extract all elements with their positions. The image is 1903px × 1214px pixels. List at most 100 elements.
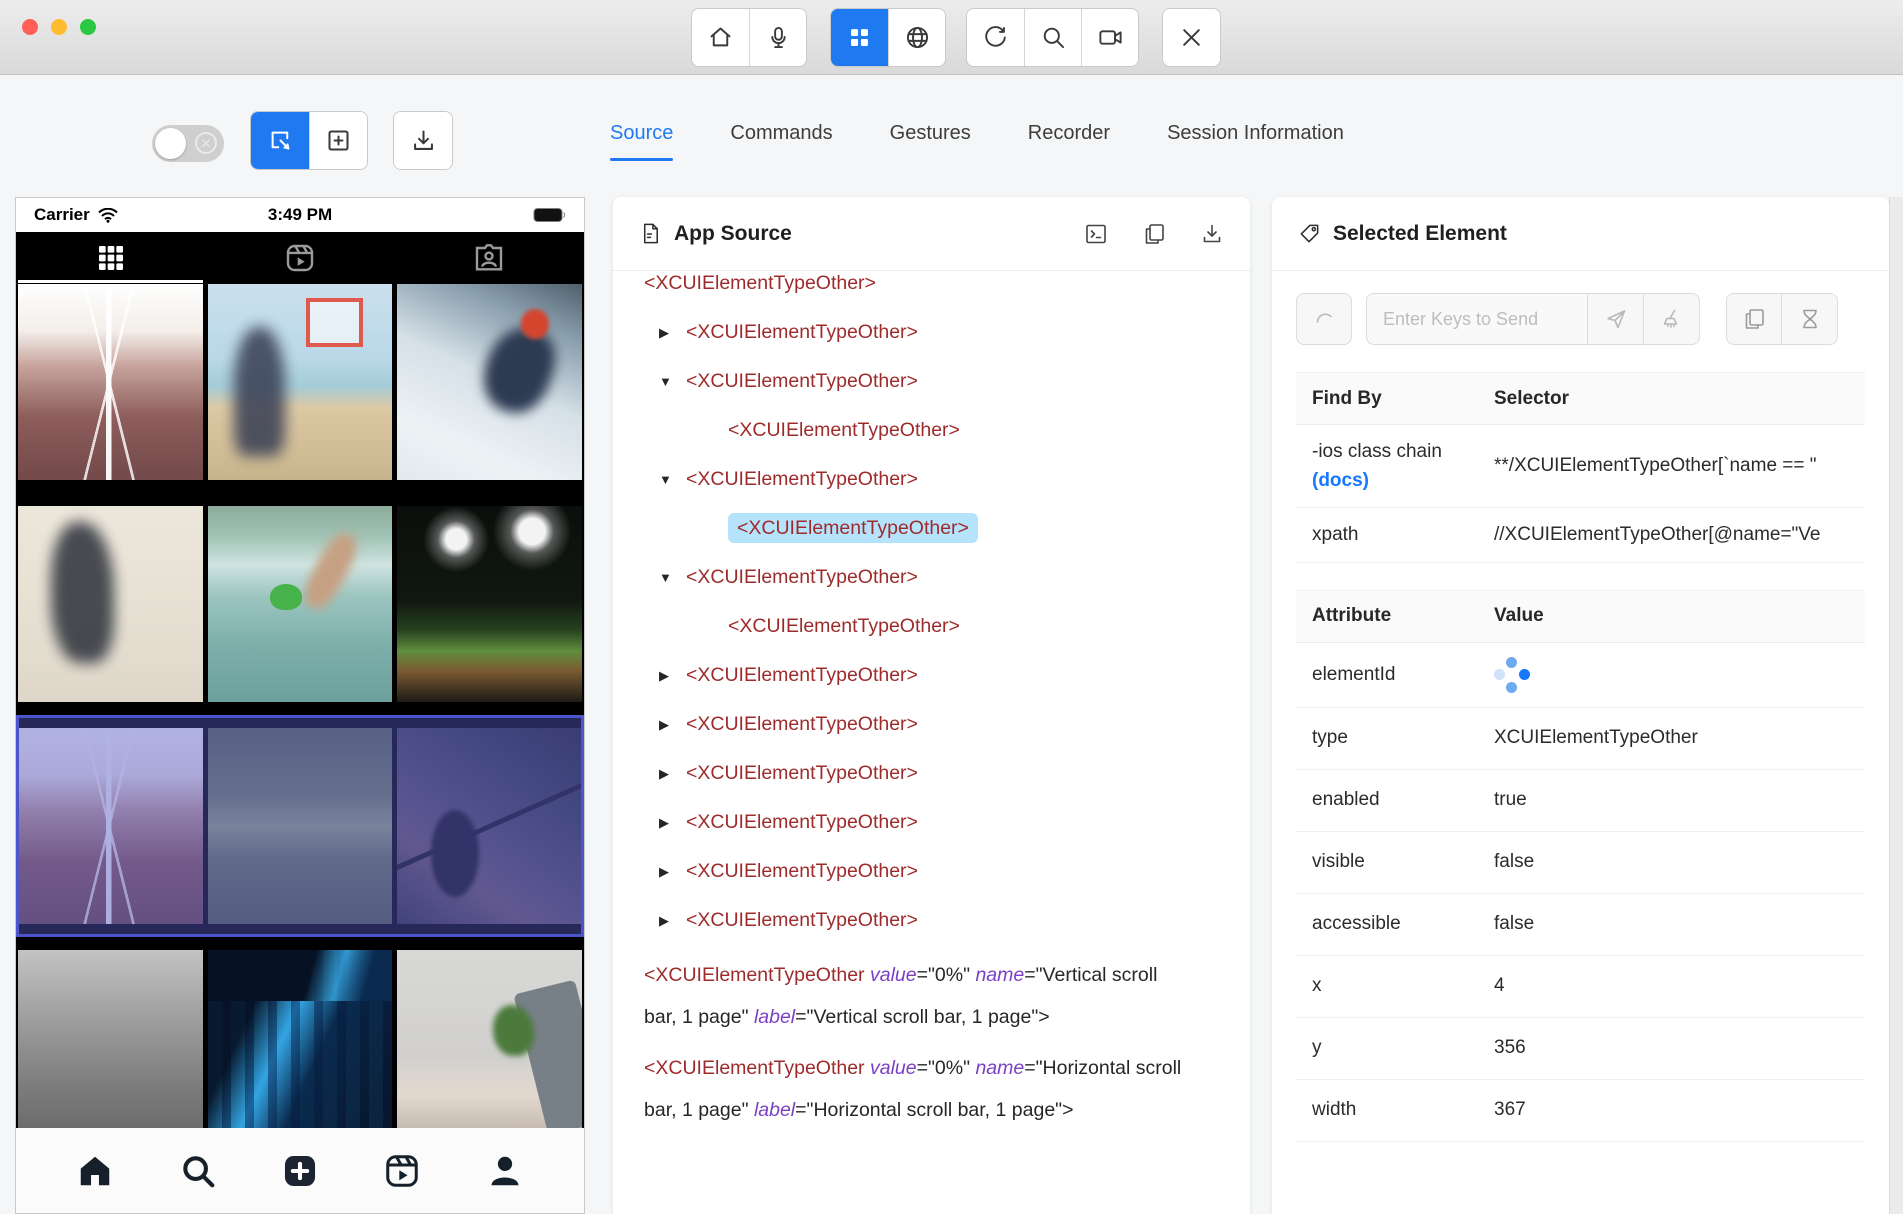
tree-node[interactable]: ▼<XCUIElementTypeOther> (644, 357, 1234, 406)
tree-node[interactable]: ▶<XCUIElementTypeOther> (644, 798, 1234, 847)
browser-button[interactable] (888, 9, 945, 66)
search-button[interactable] (1024, 9, 1081, 66)
photo-stadium[interactable] (397, 506, 582, 702)
close-window-button[interactable] (22, 19, 38, 35)
caret-right-icon[interactable]: ▶ (659, 896, 686, 945)
home-button[interactable] (692, 9, 749, 66)
nav-home[interactable] (76, 1152, 114, 1190)
attribute-value-cell: 367 (1478, 1099, 1865, 1121)
download-icon[interactable] (1200, 222, 1224, 246)
xml-segment: <XCUIElementTypeOther (644, 1057, 870, 1079)
tree-node[interactable]: ▶<XCUIElementTypeOther> (644, 896, 1234, 945)
photo-deadlift[interactable] (397, 728, 582, 924)
wait-for-element-button[interactable] (1782, 293, 1838, 345)
tab-commands[interactable]: Commands (730, 122, 832, 161)
photo-neon[interactable] (208, 950, 393, 1128)
tree-node[interactable]: ▼<XCUIElementTypeOther> (644, 602, 1234, 651)
tree-node[interactable]: ▼<XCUIElementTypeOther> (644, 553, 1234, 602)
attribute-row: x4 (1296, 956, 1865, 1018)
tree-node[interactable]: ▶<XCUIElementTypeOther> (644, 651, 1234, 700)
tree-node[interactable]: ▼<XCUIElementTypeOther> (644, 406, 1234, 455)
tree-node-expanded[interactable]: <XCUIElementTypeOther value="0%" name="V… (644, 954, 1189, 1038)
copy-icon[interactable] (1142, 222, 1166, 246)
attribute-row: width367 (1296, 1080, 1865, 1142)
find-by-header-cell: Find By (1296, 388, 1478, 410)
screenshot-interaction-toggle[interactable]: ✕ (152, 125, 224, 162)
tree-node[interactable]: ▶<XCUIElementTypeOther> (644, 700, 1234, 749)
caret-right-icon[interactable]: ▶ (659, 847, 686, 896)
photo-skier[interactable] (397, 284, 582, 480)
tree-node[interactable]: ▶<XCUIElementTypeOther> (644, 308, 1234, 357)
clear-button[interactable] (1644, 293, 1700, 345)
attribute-row: y356 (1296, 1018, 1865, 1080)
find-by-row[interactable]: xpath//XCUIElementTypeOther[@name="Ve (1296, 508, 1865, 563)
photo-track-tinted[interactable] (18, 728, 203, 924)
attribute-row: enabledtrue (1296, 770, 1865, 832)
nav-search[interactable] (179, 1152, 217, 1190)
send-keys-input[interactable] (1366, 293, 1588, 345)
tab-gestures[interactable]: Gestures (890, 122, 971, 161)
caret-right-icon[interactable]: ▶ (659, 700, 686, 749)
photo-basketball-court[interactable] (208, 284, 393, 480)
nav-create[interactable] (281, 1152, 319, 1190)
search-icon (179, 1152, 217, 1190)
quit-session-button[interactable] (1163, 9, 1220, 66)
tab-reels[interactable] (205, 232, 394, 283)
nav-profile[interactable] (486, 1152, 524, 1190)
app-source-header: App Source (613, 197, 1250, 271)
tab-source[interactable]: Source (610, 122, 673, 161)
minimize-window-button[interactable] (51, 19, 67, 35)
photo-desk[interactable] (397, 950, 582, 1128)
grid-posts-icon (95, 242, 127, 274)
terminal-icon[interactable] (1084, 222, 1108, 246)
caret-down-icon[interactable]: ▼ (659, 455, 686, 504)
xml-segment: value (870, 964, 917, 986)
selector-header-cell: Selector (1478, 388, 1865, 410)
tree-node[interactable]: ▼<XCUIElementTypeOther> (644, 504, 1234, 553)
select-element-button[interactable] (251, 112, 309, 169)
record-button[interactable] (1081, 9, 1138, 66)
caret-right-icon[interactable]: ▶ (659, 308, 686, 357)
node-label: <XCUIElementTypeOther> (728, 419, 960, 441)
photo-sprinters[interactable] (18, 950, 203, 1128)
photo-swimmer[interactable] (208, 506, 393, 702)
tab-recorder[interactable]: Recorder (1028, 122, 1110, 161)
photo-track[interactable] (18, 284, 203, 480)
source-tree: <XCUIElementTypeOther>▶<XCUIElementTypeO… (613, 271, 1250, 1214)
find-by-row[interactable]: -ios class chain(docs)**/XCUIElementType… (1296, 425, 1865, 508)
photo-dunk[interactable] (18, 506, 203, 702)
hourglass-icon (1798, 307, 1822, 331)
caret-right-icon[interactable]: ▶ (659, 651, 686, 700)
tree-node[interactable]: ▼<XCUIElementTypeOther> (644, 455, 1234, 504)
tab-grid[interactable] (16, 232, 205, 283)
tag-icon (1298, 222, 1321, 245)
node-label: <XCUIElementTypeOther> (686, 664, 918, 686)
swipe-by-coordinates-button[interactable] (309, 112, 367, 169)
find-by-cell: xpath (1296, 508, 1478, 562)
caret-right-icon[interactable]: ▶ (659, 798, 686, 847)
caret-down-icon[interactable]: ▼ (659, 357, 686, 406)
tree-node[interactable]: ▶<XCUIElementTypeOther> (644, 847, 1234, 896)
send-keys-button[interactable] (1588, 293, 1644, 345)
copy-attributes-button[interactable] (1726, 293, 1782, 345)
photo-grass[interactable] (208, 728, 393, 924)
tab-tagged[interactable] (395, 232, 584, 283)
caret-right-icon[interactable]: ▶ (659, 749, 686, 798)
inspector-button[interactable] (831, 9, 888, 66)
zoom-window-button[interactable] (80, 19, 96, 35)
attribute-row: accessiblefalse (1296, 894, 1865, 956)
tab-session-information[interactable]: Session Information (1167, 122, 1344, 161)
microphone-icon (765, 24, 792, 51)
microphone-button[interactable] (749, 9, 806, 66)
docs-link[interactable]: (docs) (1312, 468, 1478, 494)
caret-down-icon[interactable]: ▼ (659, 553, 686, 602)
window-scrollbar[interactable] (1889, 197, 1903, 1214)
tree-node[interactable]: ▶<XCUIElementTypeOther> (644, 749, 1234, 798)
download-screenshot-button[interactable] (394, 112, 452, 169)
refresh-button[interactable] (967, 9, 1024, 66)
tree-node-expanded[interactable]: <XCUIElementTypeOther value="0%" name="H… (644, 1047, 1189, 1131)
nav-reels[interactable] (383, 1152, 421, 1190)
device-screenshot[interactable]: Carrier 3:49 PM (15, 197, 585, 1214)
tap-element-button[interactable] (1296, 293, 1352, 345)
tree-node[interactable]: <XCUIElementTypeOther> (644, 271, 1234, 308)
